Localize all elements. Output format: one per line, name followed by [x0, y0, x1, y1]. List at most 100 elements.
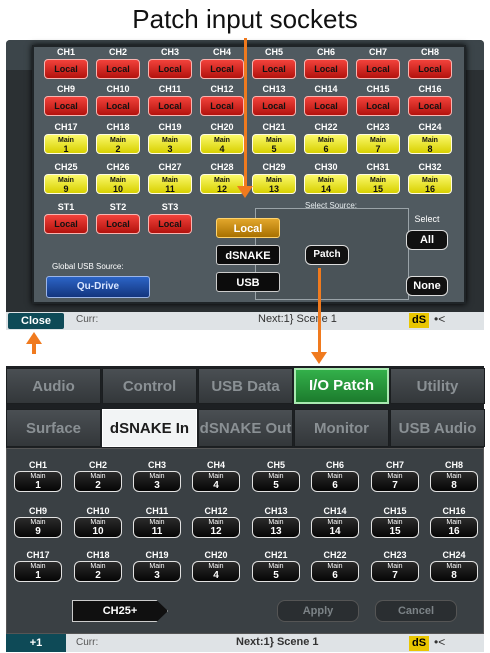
tab-audio[interactable]: Audio — [6, 368, 101, 404]
channel-source-button[interactable]: Local — [408, 59, 452, 79]
tab-i-o-patch[interactable]: I/O Patch — [294, 368, 389, 404]
dsnake-channel-label: CH6 — [325, 460, 344, 470]
channel-source-button[interactable]: Local — [148, 59, 192, 79]
channel-label: CH8 — [420, 47, 439, 57]
ch25-plus-button[interactable]: CH25+ — [72, 600, 168, 622]
select-all-button[interactable]: All — [406, 230, 448, 250]
channel-source-button[interactable]: Main 8 — [408, 134, 452, 154]
dsnake-channel-label: CH24 — [442, 550, 466, 560]
channel-label: CH25 — [54, 162, 78, 172]
dsnake-channel-button[interactable]: Main 11 — [133, 517, 181, 538]
channel-source-button[interactable]: Local — [356, 59, 400, 79]
dsnake-channel-button[interactable]: Main 15 — [371, 517, 419, 538]
subtab-surface[interactable]: Surface — [6, 409, 101, 447]
source-socket-number: 6 — [323, 144, 329, 154]
subtab-monitor[interactable]: Monitor — [294, 409, 389, 447]
cancel-button[interactable]: Cancel — [375, 600, 457, 622]
dsnake-channel-button[interactable]: Main 8 — [430, 561, 478, 582]
dsnake-channel-button[interactable]: Main 7 — [371, 561, 419, 582]
plus-one-button[interactable]: +1 — [6, 634, 66, 652]
stereo-label: ST2 — [109, 202, 127, 212]
dsnake-channel-button[interactable]: Main 13 — [252, 517, 300, 538]
dsnake-socket-number: 5 — [273, 480, 279, 491]
channel-source-button[interactable]: Main 3 — [148, 134, 192, 154]
channel-source-button[interactable]: Main 13 — [252, 174, 296, 194]
tab-usb-data[interactable]: USB Data — [198, 368, 293, 404]
channel-source-button[interactable]: Main 6 — [304, 134, 348, 154]
channel-source-button[interactable]: Local — [252, 59, 296, 79]
dsnake-channel-button[interactable]: Main 14 — [311, 517, 359, 538]
apply-button[interactable]: Apply — [277, 600, 359, 622]
dsnake-channel-button[interactable]: Main 9 — [14, 517, 62, 538]
dsnake-channel-button[interactable]: Main 6 — [311, 471, 359, 492]
dsnake-socket-number: 15 — [389, 526, 401, 537]
channel-source-button[interactable]: Main 16 — [408, 174, 452, 194]
dsnake-socket-number: 8 — [451, 570, 457, 581]
dsnake-channel-button[interactable]: Main 1 — [14, 471, 62, 492]
channel-source-button[interactable]: Local — [200, 59, 244, 79]
channel-source-button[interactable]: Local — [304, 59, 348, 79]
channel-source-button[interactable]: Local — [356, 96, 400, 116]
dsnake-channel-button[interactable]: Main 6 — [311, 561, 359, 582]
channel-source-button[interactable]: Main 4 — [200, 134, 244, 154]
subtab-dsnake-out[interactable]: dSNAKE Out — [198, 409, 293, 447]
channel-source-button[interactable]: Local — [96, 59, 140, 79]
channel-source-button[interactable]: Main 14 — [304, 174, 348, 194]
dsnake-channel-button[interactable]: Main 8 — [430, 471, 478, 492]
channel-source-button[interactable]: Local — [44, 59, 88, 79]
dsnake-socket-number: 2 — [95, 480, 101, 491]
channel-source-button[interactable]: Main 5 — [252, 134, 296, 154]
channel-source-button[interactable]: Main 9 — [44, 174, 88, 194]
channel-label: CH16 — [418, 84, 442, 94]
subtab-usb-audio[interactable]: USB Audio — [390, 409, 485, 447]
dsnake-channel-button[interactable]: Main 10 — [74, 517, 122, 538]
channel-source-button[interactable]: Main 7 — [356, 134, 400, 154]
dsnake-channel-button[interactable]: Main 5 — [252, 561, 300, 582]
patch-button[interactable]: Patch — [305, 245, 349, 265]
dsnake-channel-button[interactable]: Main 2 — [74, 471, 122, 492]
channel-source-button[interactable]: Local — [148, 96, 192, 116]
dsnake-channel-button[interactable]: Main 4 — [192, 561, 240, 582]
dsnake-socket-number: 7 — [392, 480, 398, 491]
global-usb-source-button[interactable]: Qu-Drive — [46, 276, 150, 298]
dsnake-channel-button[interactable]: Main 5 — [252, 471, 300, 492]
dsnake-channel-button[interactable]: Main 12 — [192, 517, 240, 538]
stereo-source-button[interactable]: Local — [96, 214, 140, 234]
dsnake-channel-button[interactable]: Main 16 — [430, 517, 478, 538]
close-button[interactable]: Close — [8, 313, 64, 329]
channel-source-button[interactable]: Local — [200, 96, 244, 116]
channel-source-button[interactable]: Main 15 — [356, 174, 400, 194]
source-socket-number: 11 — [165, 184, 175, 194]
channel-source-button[interactable]: Main 1 — [44, 134, 88, 154]
select-none-button[interactable]: None — [406, 276, 448, 296]
stereo-source-button[interactable]: Local — [44, 214, 88, 234]
channel-source-button[interactable]: Main 2 — [96, 134, 140, 154]
dsnake-channel-button[interactable]: Main 2 — [74, 561, 122, 582]
source-dsnake-button[interactable]: dSNAKE — [216, 245, 280, 265]
stereo-source-button[interactable]: Local — [148, 214, 192, 234]
dsnake-channel-button[interactable]: Main 1 — [14, 561, 62, 582]
source-socket-number: 15 — [372, 184, 383, 194]
dsnake-channel-button[interactable]: Main 3 — [133, 561, 181, 582]
channel-source-button[interactable]: Local — [96, 96, 140, 116]
top-next-scene: Next:1} Scene 1 — [258, 313, 337, 325]
source-local-button[interactable]: Local — [216, 218, 280, 238]
dsnake-channel-button[interactable]: Main 7 — [371, 471, 419, 492]
arrow-caption-line — [244, 38, 247, 186]
channel-source-button[interactable]: Local — [252, 96, 296, 116]
source-usb-button[interactable]: USB — [216, 272, 280, 292]
channel-source-button[interactable]: Main 10 — [96, 174, 140, 194]
channel-source-button[interactable]: Local — [304, 96, 348, 116]
channel-label: CH7 — [368, 47, 387, 57]
subtab-dsnake-in[interactable]: dSNAKE In — [102, 409, 197, 447]
tab-control[interactable]: Control — [102, 368, 197, 404]
dsnake-channel-label: CH22 — [323, 550, 347, 560]
dsnake-channel-button[interactable]: Main 3 — [133, 471, 181, 492]
dsnake-channel-button[interactable]: Main 4 — [192, 471, 240, 492]
channel-source-button[interactable]: Local — [44, 96, 88, 116]
channel-source-button[interactable]: Main 11 — [148, 174, 192, 194]
dsnake-channel-label: CH9 — [28, 506, 47, 516]
dsnake-channel-label: CH12 — [204, 506, 228, 516]
channel-source-button[interactable]: Local — [408, 96, 452, 116]
tab-utility[interactable]: Utility — [390, 368, 485, 404]
